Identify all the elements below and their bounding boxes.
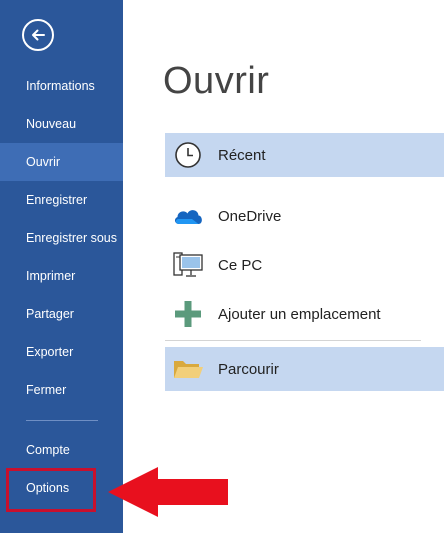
location-recent[interactable]: Récent bbox=[165, 133, 444, 177]
arrow-left-icon bbox=[32, 29, 45, 41]
nav-informations[interactable]: Informations bbox=[0, 67, 123, 105]
page-title: Ouvrir bbox=[163, 60, 270, 102]
nav-fermer[interactable]: Fermer bbox=[0, 371, 123, 409]
backstage-sidebar: Informations Nouveau Ouvrir Enregistrer … bbox=[0, 0, 123, 533]
location-label: Parcourir bbox=[218, 360, 279, 378]
location-label: Ajouter un emplacement bbox=[218, 305, 381, 323]
folder-icon bbox=[171, 353, 205, 385]
location-label: Récent bbox=[218, 146, 266, 164]
back-button[interactable] bbox=[22, 19, 54, 51]
nav-ouvrir[interactable]: Ouvrir bbox=[0, 143, 123, 181]
nav-imprimer[interactable]: Imprimer bbox=[0, 257, 123, 295]
location-parcourir[interactable]: Parcourir bbox=[165, 347, 444, 391]
plus-icon bbox=[171, 298, 205, 330]
locations-divider bbox=[165, 340, 421, 341]
nav-partager[interactable]: Partager bbox=[0, 295, 123, 333]
location-ajouter[interactable]: Ajouter un emplacement bbox=[165, 292, 444, 336]
location-onedrive[interactable]: OneDrive bbox=[165, 194, 444, 238]
computer-icon bbox=[171, 249, 205, 281]
nav-enregistrer-sous[interactable]: Enregistrer sous bbox=[0, 219, 123, 257]
location-ce-pc[interactable]: Ce PC bbox=[165, 243, 444, 287]
red-arrow-icon bbox=[108, 467, 228, 517]
nav-enregistrer[interactable]: Enregistrer bbox=[0, 181, 123, 219]
nav-nouveau[interactable]: Nouveau bbox=[0, 105, 123, 143]
cloud-icon bbox=[171, 200, 205, 232]
location-label: Ce PC bbox=[218, 256, 263, 274]
sidebar-divider bbox=[26, 420, 98, 421]
nav-exporter[interactable]: Exporter bbox=[0, 333, 123, 371]
location-label: OneDrive bbox=[218, 207, 282, 225]
clock-icon bbox=[171, 139, 205, 171]
options-highlight-box bbox=[6, 468, 96, 512]
